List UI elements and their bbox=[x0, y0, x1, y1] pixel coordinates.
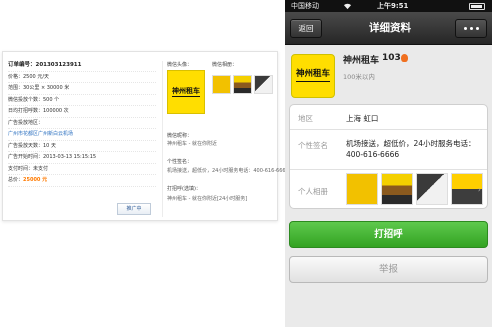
page-title: 详细资料 bbox=[369, 22, 411, 34]
detail-row-album[interactable]: 个人相册 › bbox=[290, 170, 487, 210]
order-days: 广告投放天数：10 天 bbox=[8, 141, 156, 152]
wx-photos-label: 微信相册： bbox=[212, 62, 238, 68]
report-button[interactable]: 举报 bbox=[289, 256, 488, 283]
logo-stripe bbox=[296, 80, 330, 82]
album-photo[interactable] bbox=[416, 173, 448, 205]
carrier-label: 中国移动 bbox=[291, 2, 319, 10]
order-info-list: 订单编号：201303123911 价格：2500 元/天 范围：30公里 × … bbox=[8, 60, 156, 187]
more-dot-icon bbox=[463, 27, 467, 30]
order-total-label: 总价： bbox=[8, 177, 24, 183]
more-options-button[interactable] bbox=[455, 19, 487, 38]
detail-row-region: 地区 上海 虹口 bbox=[290, 105, 487, 130]
order-number: 订单编号：201303123911 bbox=[8, 60, 156, 72]
album-label: 个人相册 bbox=[298, 187, 328, 196]
wx-signature-label: 个性签名： bbox=[167, 159, 193, 165]
logo-stripe bbox=[171, 96, 201, 97]
wx-photo-thumb[interactable] bbox=[233, 75, 252, 94]
logo-brand-text: 神州租车 bbox=[172, 86, 200, 95]
chevron-right-icon: › bbox=[477, 185, 481, 194]
order-total-value: 25000 元 bbox=[23, 177, 48, 183]
gender-icon bbox=[401, 54, 408, 62]
order-range: 范围：30公里 × 30000 米 bbox=[8, 83, 156, 95]
avatar[interactable]: 神州租车 bbox=[291, 54, 335, 98]
wifi-icon bbox=[343, 3, 352, 10]
order-wechat-count: 微信投放个数：500 个 bbox=[8, 95, 156, 106]
phone-screen: 中国移动 上午9:51 返回 详细资料 神州租车 神州租车 103 100米以内… bbox=[285, 0, 492, 327]
wx-greeting-label: 打招呼(选填)： bbox=[167, 186, 201, 192]
more-dot-icon bbox=[469, 27, 473, 30]
order-region-label: 广告投放地区： bbox=[8, 118, 156, 129]
status-bar: 中国移动 上午9:51 bbox=[285, 0, 492, 12]
wx-photo-strip bbox=[212, 75, 273, 94]
order-total: 总价：25000 元 bbox=[8, 175, 156, 187]
distance-label: 100米以内 bbox=[343, 73, 375, 81]
detail-row-signature: 个性签名 机场接送，超低价，24小时服务电话：400-616-6666 bbox=[290, 130, 487, 170]
album-thumbnails bbox=[346, 173, 483, 205]
profile-header: 神州租车 神州租车 103 100米以内 bbox=[285, 45, 492, 102]
greet-button[interactable]: 打招呼 bbox=[289, 221, 488, 248]
wx-photo-thumb[interactable] bbox=[254, 75, 273, 94]
order-price: 价格：2500 元/天 bbox=[8, 72, 156, 83]
logo-brand-text: 神州租车 bbox=[295, 69, 330, 80]
status-time: 上午9:51 bbox=[377, 2, 409, 10]
battery-icon bbox=[469, 3, 485, 10]
wx-greeting-value: 神州租车 - 就在你附近[24小时服务] bbox=[167, 196, 248, 202]
order-daily-greetings: 日均打招呼数：100000 次 bbox=[8, 106, 156, 118]
order-region-link[interactable]: 广州市花都区广州新白云机场 bbox=[8, 131, 73, 137]
region-label: 地区 bbox=[298, 114, 313, 123]
album-photo[interactable] bbox=[381, 173, 413, 205]
order-detail-panel: 订单编号：201303123911 价格：2500 元/天 范围：30公里 × … bbox=[2, 51, 294, 221]
back-button[interactable]: 返回 bbox=[290, 19, 322, 38]
region-value: 上海 虹口 bbox=[346, 114, 379, 123]
wx-name-label: 微信昵称： bbox=[167, 133, 193, 139]
signature-value: 机场接送，超低价，24小时服务电话：400-616-6666 bbox=[346, 139, 476, 159]
wx-avatar-thumbnail[interactable]: 神州租车 bbox=[167, 70, 205, 114]
profile-name: 神州租车 bbox=[343, 56, 380, 66]
wechat-preview-column: 微信头像： 神州租车 微信相册： 微信昵称： 神州租车 - 就在你附近 个性签名… bbox=[162, 61, 294, 217]
more-dot-icon bbox=[475, 27, 479, 30]
nav-bar: 返回 详细资料 bbox=[285, 12, 492, 45]
profile-name-number: 103 bbox=[382, 53, 401, 63]
signature-label: 个性签名 bbox=[298, 141, 328, 150]
album-photo[interactable] bbox=[346, 173, 378, 205]
promoting-button[interactable]: 推广中 bbox=[117, 203, 151, 215]
wx-photo-thumb[interactable] bbox=[212, 75, 231, 94]
wx-name-value: 神州租车 - 就在你附近 bbox=[167, 141, 217, 147]
detail-card: 地区 上海 虹口 个性签名 机场接送，超低价，24小时服务电话：400-616-… bbox=[289, 104, 488, 209]
order-payment-status: 支付时间：未支付 bbox=[8, 164, 156, 175]
order-start-time: 广告开始时间：2013-03-13 15:15:15 bbox=[8, 152, 156, 164]
wx-signature-value: 机场接送，超低价，24小时服务电话：400-616-6666... bbox=[167, 168, 294, 174]
